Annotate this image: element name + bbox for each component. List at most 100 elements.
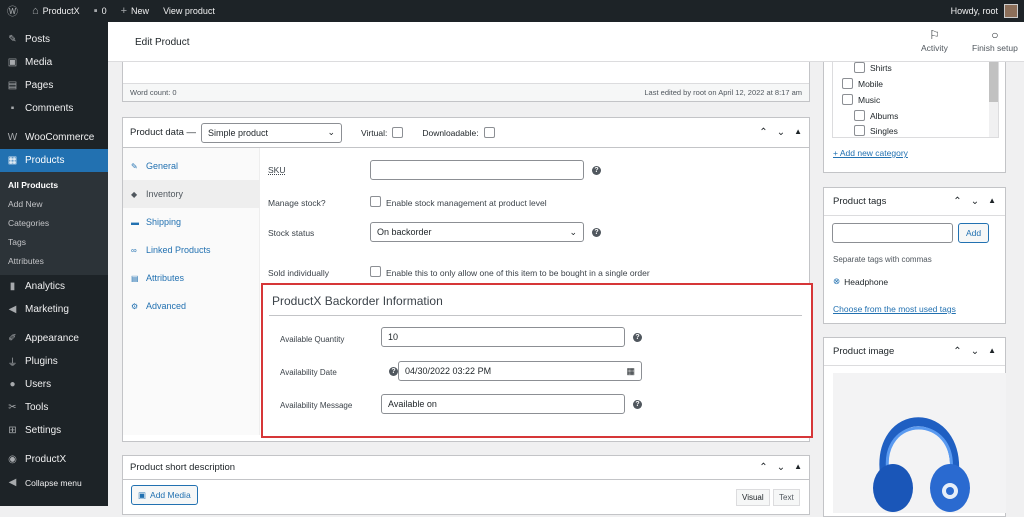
view-product-label: View product (163, 6, 215, 16)
menu-woocommerce[interactable]: W WooCommerce (0, 126, 108, 149)
help-icon[interactable]: ? (592, 228, 601, 237)
manage-stock-checkbox[interactable] (370, 196, 381, 207)
page-header: Edit Product ⚐ Activity ○ Finish setup (108, 22, 1024, 62)
add-new-category-link[interactable]: + Add new category (833, 148, 908, 158)
help-icon[interactable]: ? (633, 333, 642, 342)
last-edited: Last edited by root on April 12, 2022 at… (644, 88, 802, 97)
menu-settings[interactable]: ⊞ Settings (0, 419, 108, 442)
visual-tab[interactable]: Visual (736, 489, 770, 506)
toggle-arrow-icon[interactable]: ▲ (794, 462, 802, 473)
product-image[interactable] (833, 373, 1006, 513)
menu-posts[interactable]: ✎ Posts (0, 28, 108, 51)
category-item[interactable]: Music (842, 94, 880, 105)
menu-label: Plugins (25, 356, 58, 367)
tab-shipping[interactable]: ▬ Shipping (123, 208, 259, 236)
collapse-menu[interactable]: ◀ Collapse menu (0, 471, 108, 494)
tab-linked-products[interactable]: ∞ Linked Products (123, 236, 259, 264)
menu-plugins[interactable]: ⏚ Plugins (0, 350, 108, 373)
menu-appearance[interactable]: ✐ Appearance (0, 327, 108, 350)
tag-input[interactable] (832, 223, 953, 243)
category-checkbox[interactable] (842, 94, 853, 105)
tab-attributes[interactable]: ▤ Attributes (123, 264, 259, 292)
menu-products[interactable]: ▦ Products (0, 149, 108, 172)
menu-media[interactable]: ▣ Media (0, 51, 108, 74)
categories-panel: Shirts Mobile Music Albums Singles + Add… (823, 62, 1006, 173)
help-icon[interactable]: ? (389, 367, 398, 376)
menu-label: Tools (25, 402, 49, 413)
toggle-arrow-icon[interactable]: ▲ (794, 127, 802, 138)
downloadable-checkbox[interactable] (483, 127, 495, 138)
avatar[interactable] (1004, 4, 1018, 18)
site-name-link[interactable]: ⌂ ProductX (25, 0, 87, 22)
tab-general[interactable]: ✎ General (123, 152, 259, 180)
category-label: Singles (870, 125, 898, 136)
help-icon[interactable]: ? (633, 400, 642, 409)
category-item[interactable]: Shirts (854, 62, 892, 73)
products-submenu: All Products Add New Categories Tags Att… (0, 172, 108, 275)
view-product-link[interactable]: View product (156, 0, 222, 22)
chevron-up-icon[interactable]: ⌃ (759, 462, 767, 473)
comments-link[interactable]: ▪ 0 (87, 0, 114, 22)
tab-advanced[interactable]: ⚙ Advanced (123, 292, 259, 320)
availability-message-input[interactable]: Available on (381, 394, 625, 414)
chevron-down-icon[interactable]: ⌄ (777, 462, 785, 473)
menu-marketing[interactable]: ◀ Marketing (0, 298, 108, 321)
choose-tags-link[interactable]: Choose from the most used tags (833, 304, 956, 314)
category-checkbox[interactable] (854, 110, 865, 121)
short-description-header: Product short description ⌃ ⌄ ▲ (123, 456, 809, 480)
menu-users[interactable]: ● Users (0, 373, 108, 396)
add-tag-button[interactable]: Add (958, 223, 990, 243)
add-media-button[interactable]: ▣ Add Media (131, 485, 198, 505)
activity-button[interactable]: ⚐ Activity (921, 28, 948, 53)
category-checkbox[interactable] (854, 125, 865, 136)
new-link[interactable]: + New (114, 0, 156, 22)
tag-item: ⊗ Headphone (833, 276, 888, 287)
finish-setup-button[interactable]: ○ Finish setup (972, 28, 1018, 53)
chevron-down-icon[interactable]: ⌄ (971, 196, 979, 207)
calendar-icon[interactable]: ▦ (626, 366, 635, 377)
text-tab[interactable]: Text (773, 489, 800, 506)
chevron-down-icon[interactable]: ⌄ (971, 346, 979, 357)
products-icon: ▦ (7, 155, 18, 166)
category-checkbox[interactable] (842, 78, 853, 89)
sku-input[interactable] (370, 160, 584, 180)
category-item[interactable]: Singles (854, 125, 898, 136)
menu-tools[interactable]: ✂ Tools (0, 396, 108, 419)
editor-area[interactable]: Word count: 0 Last edited by root on Apr… (122, 62, 810, 102)
scrollbar[interactable] (989, 62, 998, 137)
chevron-up-icon[interactable]: ⌃ (953, 196, 961, 207)
sold-individually-checkbox[interactable] (370, 266, 381, 277)
submenu-add-new[interactable]: Add New (0, 195, 108, 214)
category-checkbox[interactable] (854, 62, 865, 73)
category-label: Mobile (858, 78, 884, 89)
submenu-all-products[interactable]: All Products (0, 176, 108, 195)
chevron-up-icon[interactable]: ⌃ (759, 127, 767, 138)
tools-icon: ✂ (8, 402, 17, 413)
chevron-up-icon[interactable]: ⌃ (953, 346, 961, 357)
media-icon: ▣ (7, 57, 18, 68)
menu-analytics[interactable]: ▮ Analytics (0, 275, 108, 298)
menu-pages[interactable]: ▤ Pages (0, 74, 108, 97)
menu-productx[interactable]: ◉ ProductX (0, 448, 108, 471)
tab-inventory[interactable]: ◆ Inventory (123, 180, 259, 208)
help-icon[interactable]: ? (592, 166, 601, 175)
howdy-text[interactable]: Howdy, root (951, 6, 998, 16)
submenu-categories[interactable]: Categories (0, 214, 108, 233)
virtual-checkbox[interactable] (392, 127, 404, 138)
toggle-arrow-icon[interactable]: ▲ (988, 346, 996, 357)
product-data-header: Product data — Simple product ⌄ Virtual: … (123, 118, 809, 148)
category-item[interactable]: Albums (854, 110, 898, 121)
menu-comments[interactable]: ▪ Comments (0, 97, 108, 120)
stock-status-select[interactable]: On backorder ⌄ (370, 222, 584, 242)
chevron-down-icon[interactable]: ⌄ (777, 127, 785, 138)
media-icon: ▣ (138, 489, 147, 500)
wordpress-logo[interactable]: Ⓦ (0, 0, 25, 22)
remove-tag-icon[interactable]: ⊗ (833, 276, 840, 287)
available-quantity-input[interactable]: 10 (381, 327, 625, 347)
availability-date-input[interactable]: 04/30/2022 03:22 PM ▦ (398, 361, 642, 381)
submenu-attributes[interactable]: Attributes (0, 252, 108, 271)
product-type-select[interactable]: Simple product ⌄ (201, 122, 343, 143)
submenu-tags[interactable]: Tags (0, 233, 108, 252)
category-item[interactable]: Mobile (842, 78, 883, 89)
toggle-arrow-icon[interactable]: ▲ (988, 196, 996, 207)
